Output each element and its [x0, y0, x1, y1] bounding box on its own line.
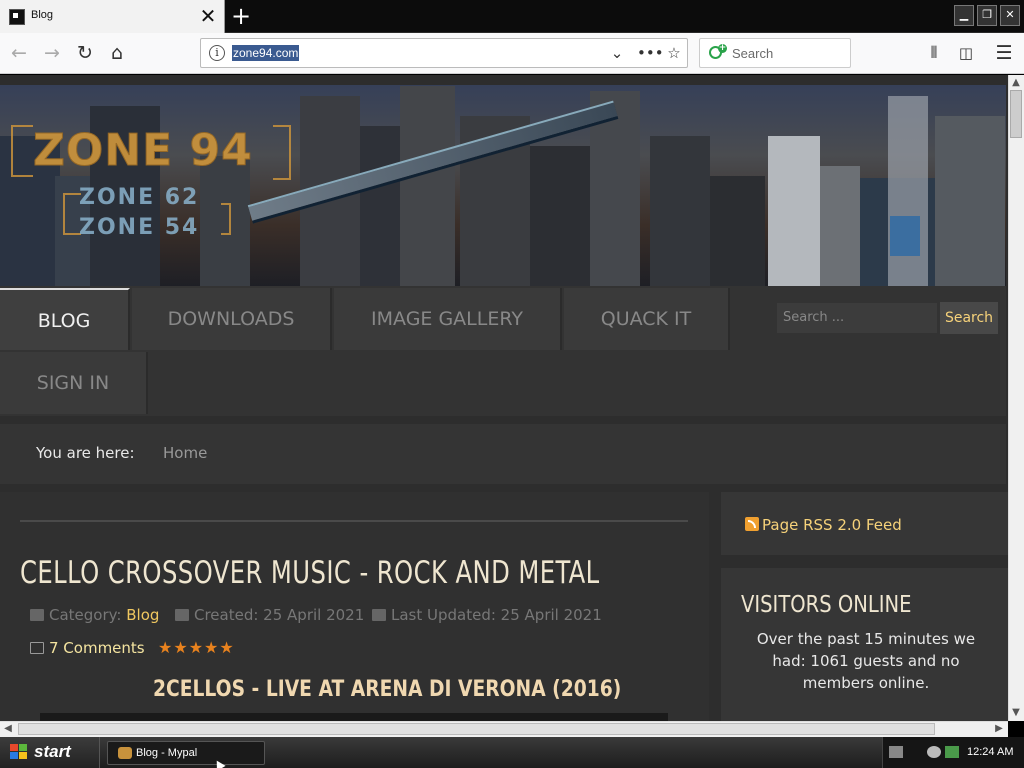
- logo-line-2: ZONE 62: [79, 185, 200, 210]
- breadcrumb-home-link[interactable]: Home: [163, 444, 207, 462]
- horizontal-scroll-thumb[interactable]: [18, 723, 935, 735]
- site-favicon-icon: [9, 9, 25, 25]
- site-main-menu: BLOG DOWNLOADS IMAGE GALLERY QUACK IT SI…: [0, 286, 1006, 416]
- logo-line-1: ZONE 94: [33, 125, 253, 177]
- new-tab-button[interactable]: +: [229, 2, 253, 30]
- clock[interactable]: 12:24 AM: [967, 746, 1013, 758]
- tab-close-icon[interactable]: ✕: [198, 4, 218, 28]
- comments-count: 7 Comments: [49, 639, 145, 657]
- rss-module: Page RSS 2.0 Feed: [721, 492, 1008, 555]
- navigation-toolbar: ← → ↻ ⌂ i zone94.com ⌄ ••• ☆ + Search ⫴ …: [0, 33, 1024, 74]
- menu-item-quack-it[interactable]: QUACK IT: [564, 288, 730, 350]
- restore-window-button[interactable]: ❐: [977, 5, 997, 26]
- scroll-left-icon[interactable]: ◀: [0, 721, 16, 737]
- site-info-icon[interactable]: i: [209, 45, 225, 61]
- url-bar[interactable]: i zone94.com ⌄ ••• ☆: [200, 38, 688, 68]
- vertical-scrollbar[interactable]: [1008, 75, 1024, 721]
- site-banner-image: ZONE 94 ZONE 62 ZONE 54: [0, 85, 1006, 286]
- created-date: Created: 25 April 2021: [194, 606, 365, 624]
- sidebar: Page RSS 2.0 Feed VISITORS ONLINE Over t…: [721, 492, 1008, 721]
- menu-item-sign-in[interactable]: SIGN IN: [0, 352, 148, 414]
- vertical-scroll-thumb[interactable]: [1010, 90, 1022, 138]
- start-label: start: [34, 742, 71, 761]
- page-actions-icon[interactable]: •••: [637, 43, 664, 63]
- rss-feed-link[interactable]: Page RSS 2.0 Feed: [762, 516, 902, 534]
- category-label: Category:: [49, 606, 122, 624]
- article-updated: Last Updated: 25 April 2021: [372, 606, 602, 624]
- visitors-module: VISITORS ONLINE Over the past 15 minutes…: [721, 568, 1008, 721]
- comments-link[interactable]: 7 Comments: [30, 639, 145, 657]
- logo-line-3: ZONE 54: [79, 215, 200, 240]
- calendar-icon: [175, 609, 189, 621]
- breadcrumb: You are here: Home: [0, 424, 1006, 484]
- updated-date: Last Updated: 25 April 2021: [391, 606, 602, 624]
- forward-icon[interactable]: →: [37, 38, 67, 68]
- reload-icon[interactable]: ↻: [70, 38, 100, 68]
- article-category: Category: Blog: [30, 606, 159, 624]
- mypal-icon: [118, 747, 132, 759]
- tab-title: Blog: [31, 9, 54, 21]
- close-window-button[interactable]: ✕: [1000, 5, 1020, 26]
- visitors-text: Over the past 15 minutes we had: 1061 gu…: [756, 630, 976, 692]
- article-title[interactable]: CELLO CROSSOVER MUSIC - ROCK AND METAL: [20, 555, 600, 591]
- start-button[interactable]: start: [0, 737, 100, 768]
- taskbar: start Blog - Mypal 12:24 AM: [0, 737, 1024, 768]
- calendar-icon: [372, 609, 386, 621]
- dropdown-chevron-icon[interactable]: ⌄: [607, 43, 627, 63]
- rating-stars[interactable]: ★★★★★: [158, 638, 235, 657]
- menu-item-blog[interactable]: BLOG: [0, 288, 130, 350]
- comment-icon: [30, 642, 44, 654]
- search-engine-icon: +: [709, 44, 727, 62]
- menu-item-downloads[interactable]: DOWNLOADS: [132, 288, 332, 350]
- browser-tab-strip: Blog ✕ + ▁ ❐ ✕: [0, 0, 1024, 34]
- divider: [20, 520, 688, 522]
- site-logo[interactable]: ZONE 94 ZONE 62 ZONE 54: [11, 125, 295, 245]
- site-search-button[interactable]: Search: [940, 302, 998, 334]
- security-icon[interactable]: [945, 746, 959, 758]
- sidebar-toggle-icon[interactable]: ◫: [951, 38, 981, 68]
- browser-search-placeholder: Search: [732, 46, 774, 61]
- site-search-input[interactable]: Search ...: [776, 302, 938, 334]
- screen: Blog ✕ + ▁ ❐ ✕ ← → ↻ ⌂ i zone94.com ⌄ ••…: [0, 0, 1024, 768]
- rss-icon: [745, 517, 759, 531]
- category-link[interactable]: Blog: [126, 606, 159, 624]
- keyboard-icon[interactable]: [889, 746, 903, 758]
- network-icon[interactable]: [927, 746, 941, 758]
- scroll-down-icon[interactable]: ▼: [1008, 705, 1024, 721]
- library-icon[interactable]: ⫴: [919, 38, 949, 68]
- windows-logo-icon: [10, 744, 28, 760]
- hamburger-menu-icon[interactable]: ☰: [989, 38, 1019, 68]
- article-subtitle: 2CELLOS - LIVE AT ARENA DI VERONA (2016): [153, 677, 622, 702]
- breadcrumb-label: You are here:: [36, 444, 135, 462]
- minimize-window-button[interactable]: ▁: [954, 5, 974, 26]
- taskbar-item-label: Blog - Mypal: [136, 747, 198, 759]
- article-created: Created: 25 April 2021: [175, 606, 364, 624]
- folder-icon: [30, 609, 44, 621]
- browser-tab[interactable]: Blog ✕: [0, 0, 225, 34]
- scroll-right-icon[interactable]: ▶: [991, 721, 1007, 737]
- web-page: ZONE 94 ZONE 62 ZONE 54 BLOG DOWNLOADS I…: [0, 75, 1008, 721]
- embedded-video[interactable]: [40, 713, 668, 721]
- home-icon[interactable]: ⌂: [102, 38, 132, 68]
- browser-search-input[interactable]: + Search: [699, 38, 851, 68]
- system-tray: 12:24 AM: [882, 737, 1024, 768]
- visitors-title: VISITORS ONLINE: [741, 592, 912, 618]
- taskbar-item-mypal[interactable]: Blog - Mypal: [107, 741, 265, 765]
- back-icon[interactable]: ←: [4, 38, 34, 68]
- menu-item-image-gallery[interactable]: IMAGE GALLERY: [334, 288, 562, 350]
- bookmark-star-icon[interactable]: ☆: [664, 43, 684, 63]
- article-panel: CELLO CROSSOVER MUSIC - ROCK AND METAL C…: [0, 492, 709, 721]
- url-text[interactable]: zone94.com: [232, 45, 300, 61]
- scroll-up-icon[interactable]: ▲: [1008, 75, 1024, 91]
